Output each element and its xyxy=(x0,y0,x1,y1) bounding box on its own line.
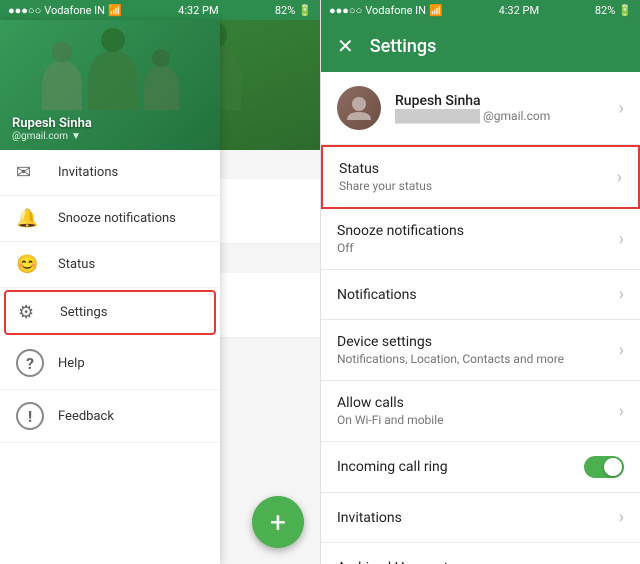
nav-menu: Rupesh Sinha @gmail.com ▼ ✉ Invitations … xyxy=(0,20,220,564)
status-row-title: Status xyxy=(339,161,617,177)
calls-row-subtitle: On Wi-Fi and mobile xyxy=(337,413,619,427)
snooze-label: Snooze notifications xyxy=(58,211,176,226)
invitations-icon: ✉ xyxy=(16,162,44,183)
account-avatar xyxy=(337,86,381,130)
account-chevron-icon: › xyxy=(619,98,624,119)
settings-row-invitations[interactable]: Invitations › xyxy=(321,493,640,543)
settings-row-notifications[interactable]: Notifications › xyxy=(321,270,640,320)
left-status-bar: ●●●○○ Vodafone IN 📶 4:32 PM 82% 🔋 xyxy=(0,0,320,20)
calls-row-title: Allow calls xyxy=(337,395,619,411)
settings-row-device[interactable]: Device settings Notifications, Location,… xyxy=(321,320,640,381)
toggle-knob xyxy=(604,458,622,476)
settings-row-ring[interactable]: Incoming call ring xyxy=(321,442,640,493)
archived-chevron-icon: › xyxy=(619,557,624,564)
fab-plus-icon: + xyxy=(270,506,286,539)
invitations-chevron-icon: › xyxy=(619,507,624,528)
nav-header-email: @gmail.com ▼ xyxy=(12,131,92,142)
settings-title: Settings xyxy=(370,36,437,57)
snooze-chevron-icon: › xyxy=(619,229,624,250)
device-row-subtitle: Notifications, Location, Contacts and mo… xyxy=(337,352,619,366)
left-carrier-info: ●●●○○ Vodafone IN 📶 xyxy=(8,4,122,17)
left-wifi-icon: 📶 xyxy=(108,4,122,17)
settings-list: Rupesh Sinha ██████████ @gmail.com › Sta… xyxy=(321,72,640,564)
left-battery-icon: 🔋 xyxy=(298,4,312,17)
nav-header-user: Rupesh Sinha @gmail.com ▼ xyxy=(12,116,92,142)
snooze-row-content: Snooze notifications Off xyxy=(337,223,619,255)
status-row-subtitle: Share your status xyxy=(339,179,617,193)
invitations-row-title: Invitations xyxy=(337,510,619,526)
notifications-chevron-icon: › xyxy=(619,284,624,305)
right-status-bar: ●●●○○ Vodafone IN 📶 4:32 PM 82% 🔋 xyxy=(321,0,640,20)
device-row-content: Device settings Notifications, Location,… xyxy=(337,334,619,366)
settings-nav-label: Settings xyxy=(60,305,107,320)
calls-chevron-icon: › xyxy=(619,401,624,422)
email-redacted: ██████████ xyxy=(395,109,480,123)
invitations-row-content: Invitations xyxy=(337,510,619,526)
left-battery-pct: 82% xyxy=(275,4,295,17)
nav-item-snooze[interactable]: 🔔 Snooze notifications xyxy=(0,196,220,242)
account-person-svg xyxy=(345,94,373,122)
feedback-nav-icon: ! xyxy=(16,402,44,430)
snooze-icon: 🔔 xyxy=(16,208,44,229)
right-battery-pct: 82% xyxy=(595,4,615,17)
nav-header: Rupesh Sinha @gmail.com ▼ xyxy=(0,20,220,150)
nav-header-name: Rupesh Sinha xyxy=(12,116,92,131)
account-email: ██████████ @gmail.com xyxy=(395,109,619,123)
settings-nav-icon: ⚙ xyxy=(18,302,46,323)
nav-item-settings[interactable]: ⚙ Settings xyxy=(4,290,216,335)
ring-row-title: Incoming call ring xyxy=(337,459,584,475)
ring-toggle[interactable] xyxy=(584,456,624,478)
status-nav-label: Status xyxy=(58,257,95,272)
right-time: 4:32 PM xyxy=(499,4,539,17)
device-chevron-icon: › xyxy=(619,340,624,361)
device-row-title: Device settings xyxy=(337,334,619,350)
account-avatar-image xyxy=(337,86,381,130)
calls-row-content: Allow calls On Wi-Fi and mobile xyxy=(337,395,619,427)
account-info: Rupesh Sinha ██████████ @gmail.com xyxy=(395,93,619,123)
right-carrier-info: ●●●○○ Vodafone IN 📶 xyxy=(329,4,443,17)
feedback-nav-label: Feedback xyxy=(58,409,114,424)
left-carrier: Vodafone IN xyxy=(44,4,105,17)
settings-top-bar: ✕ Settings xyxy=(321,20,640,72)
snooze-row-title: Snooze notifications xyxy=(337,223,619,239)
left-time: 4:32 PM xyxy=(178,4,218,17)
right-panel: ●●●○○ Vodafone IN 📶 4:32 PM 82% 🔋 ✕ Sett… xyxy=(320,0,640,564)
fab-compose-button[interactable]: + xyxy=(252,496,304,548)
archived-row-content: Archived Hangouts xyxy=(337,560,619,564)
status-chevron-icon: › xyxy=(617,167,622,188)
close-button[interactable]: ✕ xyxy=(337,34,354,58)
right-battery-icon: 🔋 xyxy=(618,4,632,17)
account-name: Rupesh Sinha xyxy=(395,93,619,109)
status-row-content: Status Share your status xyxy=(339,161,617,193)
ring-row-content: Incoming call ring xyxy=(337,459,584,475)
right-carrier: Vodafone IN xyxy=(365,4,426,17)
settings-row-calls[interactable]: Allow calls On Wi-Fi and mobile › xyxy=(321,381,640,442)
invitations-label: Invitations xyxy=(58,165,118,180)
notifications-row-title: Notifications xyxy=(337,287,619,303)
nav-menu-items: ✉ Invitations 🔔 Snooze notifications 😊 S… xyxy=(0,150,220,564)
status-nav-icon: 😊 xyxy=(16,254,44,275)
settings-row-status[interactable]: Status Share your status › xyxy=(321,145,640,209)
nav-item-feedback[interactable]: ! Feedback xyxy=(0,390,220,443)
dropdown-arrow-icon: ▼ xyxy=(71,131,81,142)
nav-item-status[interactable]: 😊 Status xyxy=(0,242,220,288)
nav-item-invitations[interactable]: ✉ Invitations xyxy=(0,150,220,196)
snooze-row-subtitle: Off xyxy=(337,241,619,255)
left-signal-dots: ●●●○○ xyxy=(8,4,41,17)
left-panel: ●●●○○ Vodafone IN 📶 4:32 PM 82% 🔋 xyxy=(0,0,320,564)
right-wifi-icon: 📶 xyxy=(429,4,443,17)
notifications-row-content: Notifications xyxy=(337,287,619,303)
right-battery-info: 82% 🔋 xyxy=(595,4,632,17)
help-nav-label: Help xyxy=(58,356,85,371)
nav-item-help[interactable]: ? Help xyxy=(0,337,220,390)
settings-row-snooze[interactable]: Snooze notifications Off › xyxy=(321,209,640,270)
right-signal-dots: ●●●○○ xyxy=(329,4,362,17)
settings-row-archived[interactable]: Archived Hangouts › xyxy=(321,543,640,564)
account-item[interactable]: Rupesh Sinha ██████████ @gmail.com › xyxy=(321,72,640,145)
left-battery-info: 82% 🔋 xyxy=(275,4,312,17)
archived-row-title: Archived Hangouts xyxy=(337,560,619,564)
help-nav-icon: ? xyxy=(16,349,44,377)
